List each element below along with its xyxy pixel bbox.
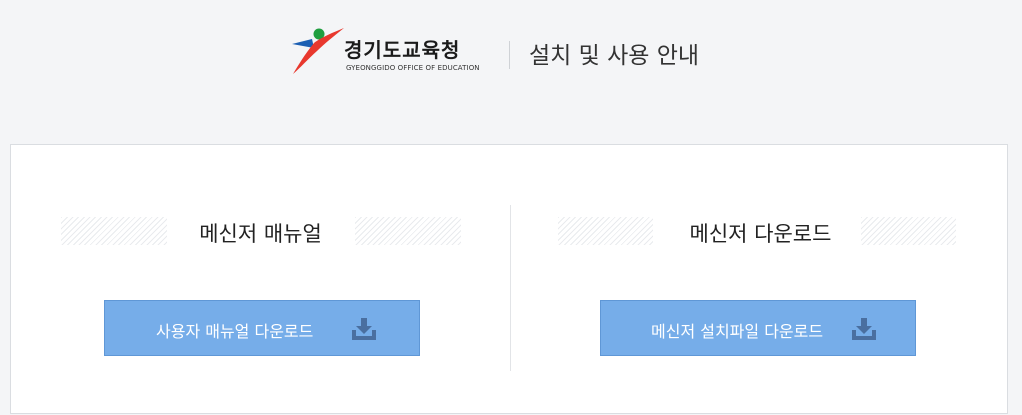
logo-name: 경기도교육청	[344, 38, 461, 62]
messenger-download-button[interactable]: 메신저 설치파일 다운로드	[600, 300, 916, 356]
logo[interactable]: 경기도교육청 GYEONGGIDO OFFICE OF EDUCATION	[290, 26, 490, 76]
download-icon	[352, 318, 376, 340]
messenger-section-title: 메신저 다운로드	[689, 222, 832, 246]
logo-subtitle: GYEONGGIDO OFFICE OF EDUCATION	[346, 64, 480, 72]
page-header: 경기도교육청 GYEONGGIDO OFFICE OF EDUCATION 설치…	[0, 0, 1022, 104]
manual-section-title: 메신저 매뉴얼	[199, 222, 322, 246]
manual-download-label: 사용자 매뉴얼 다운로드	[156, 322, 314, 341]
header-divider	[509, 41, 510, 69]
download-icon	[852, 318, 876, 340]
manual-download-button[interactable]: 사용자 매뉴얼 다운로드	[104, 300, 420, 356]
download-card: 메신저 매뉴얼 사용자 매뉴얼 다운로드 메신저 다운로드 메신저 설치파일 다…	[10, 144, 1008, 414]
messenger-section: 메신저 다운로드 메신저 설치파일 다운로드	[511, 145, 1010, 415]
logo-emblem-icon	[292, 28, 344, 74]
messenger-download-label: 메신저 설치파일 다운로드	[651, 322, 824, 341]
manual-section: 메신저 매뉴얼 사용자 매뉴얼 다운로드	[11, 145, 510, 415]
page-title: 설치 및 사용 안내	[529, 43, 700, 69]
